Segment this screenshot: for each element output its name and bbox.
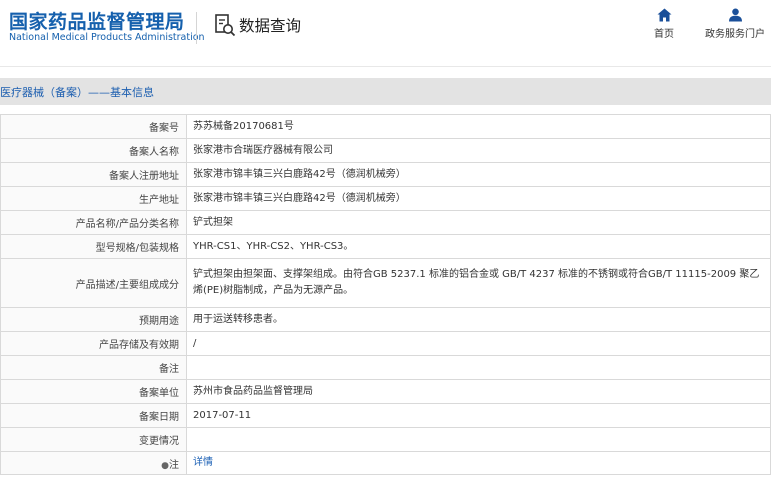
row-label: 备注 <box>0 355 187 380</box>
row-value: 苏州市食品药品监督管理局 <box>186 379 771 404</box>
header-separator <box>0 66 771 67</box>
row-label: 生产地址 <box>0 186 187 211</box>
table-row: 产品名称/产品分类名称 铲式担架 <box>0 210 771 235</box>
details-link[interactable]: 详情 <box>193 457 213 468</box>
row-value: 详情 <box>186 451 771 475</box>
row-value: 铲式担架由担架面、支撑架组成。由符合GB 5237.1 标准的铝合金或 GB/T… <box>186 258 771 308</box>
site-logo-cn[interactable]: 国家药品监督管理局 <box>9 7 185 34</box>
row-value: 2017-07-11 <box>186 403 771 428</box>
table-row: 备案日期 2017-07-11 <box>0 403 771 428</box>
site-logo-en[interactable]: National Medical Products Administration <box>9 32 205 43</box>
row-value: 张家港市合瑞医疗器械有限公司 <box>186 138 771 163</box>
site-header: 国家药品监督管理局 National Medical Products Admi… <box>0 0 771 66</box>
nav-portal[interactable]: 政务服务门户 <box>702 8 768 40</box>
table-row: 备案单位 苏州市食品药品监督管理局 <box>0 379 771 404</box>
row-label: 产品名称/产品分类名称 <box>0 210 187 235</box>
table-row: 变更情况 <box>0 427 771 452</box>
data-query-title: 数据查询 <box>239 17 302 35</box>
home-icon <box>657 8 671 22</box>
user-icon <box>728 8 742 22</box>
table-row: 备注 <box>0 355 771 380</box>
table-row: 型号规格/包装规格 YHR-CS1、YHR-CS2、YHR-CS3。 <box>0 234 771 259</box>
row-value <box>186 427 771 452</box>
note-label: 注 <box>169 459 179 471</box>
row-label: 备案人名称 <box>0 138 187 163</box>
table-row: 生产地址 张家港市锦丰镇三兴白鹿路42号（德润机械旁） <box>0 186 771 211</box>
table-row: 备案人名称 张家港市合瑞医疗器械有限公司 <box>0 138 771 163</box>
record-details-table: 备案号 苏苏械备20170681号 备案人名称 张家港市合瑞医疗器械有限公司 备… <box>0 114 771 475</box>
row-label: 备案号 <box>0 114 187 139</box>
table-row: 产品存储及有效期 / <box>0 331 771 356</box>
row-label: 备案单位 <box>0 379 187 404</box>
nav-portal-label: 政务服务门户 <box>705 29 765 40</box>
row-label: 备案日期 <box>0 403 187 428</box>
table-row: ●注 详情 <box>0 451 771 475</box>
row-label: 型号规格/包装规格 <box>0 234 187 259</box>
nav-home[interactable]: 首页 <box>649 8 679 40</box>
data-query-heading: 数据查询 <box>214 13 301 37</box>
row-value: 张家港市锦丰镇三兴白鹿路42号（德润机械旁） <box>186 162 771 187</box>
row-value <box>186 355 771 380</box>
row-label: 备案人注册地址 <box>0 162 187 187</box>
row-value: / <box>186 331 771 356</box>
row-label: 变更情况 <box>0 427 187 452</box>
section-title: 医疗器械（备案）——基本信息 <box>0 86 154 99</box>
row-label: 预期用途 <box>0 307 187 332</box>
row-label: ●注 <box>0 451 187 475</box>
table-row: 预期用途 用于运送转移患者。 <box>0 307 771 332</box>
pin-icon: ● <box>161 460 169 471</box>
row-label: 产品描述/主要组成成分 <box>0 258 187 308</box>
row-label: 产品存储及有效期 <box>0 331 187 356</box>
row-value: YHR-CS1、YHR-CS2、YHR-CS3。 <box>186 234 771 259</box>
table-row: 产品描述/主要组成成分 铲式担架由担架面、支撑架组成。由符合GB 5237.1 … <box>0 258 771 308</box>
row-value: 铲式担架 <box>186 210 771 235</box>
table-row: 备案号 苏苏械备20170681号 <box>0 114 771 139</box>
section-header: 医疗器械（备案）——基本信息 <box>0 78 771 105</box>
document-search-icon <box>215 14 236 37</box>
row-value: 张家港市锦丰镇三兴白鹿路42号（德润机械旁） <box>186 186 771 211</box>
nav-home-label: 首页 <box>654 29 674 40</box>
table-row: 备案人注册地址 张家港市锦丰镇三兴白鹿路42号（德润机械旁） <box>0 162 771 187</box>
header-divider <box>196 12 197 44</box>
row-value: 用于运送转移患者。 <box>186 307 771 332</box>
row-value: 苏苏械备20170681号 <box>186 114 771 139</box>
